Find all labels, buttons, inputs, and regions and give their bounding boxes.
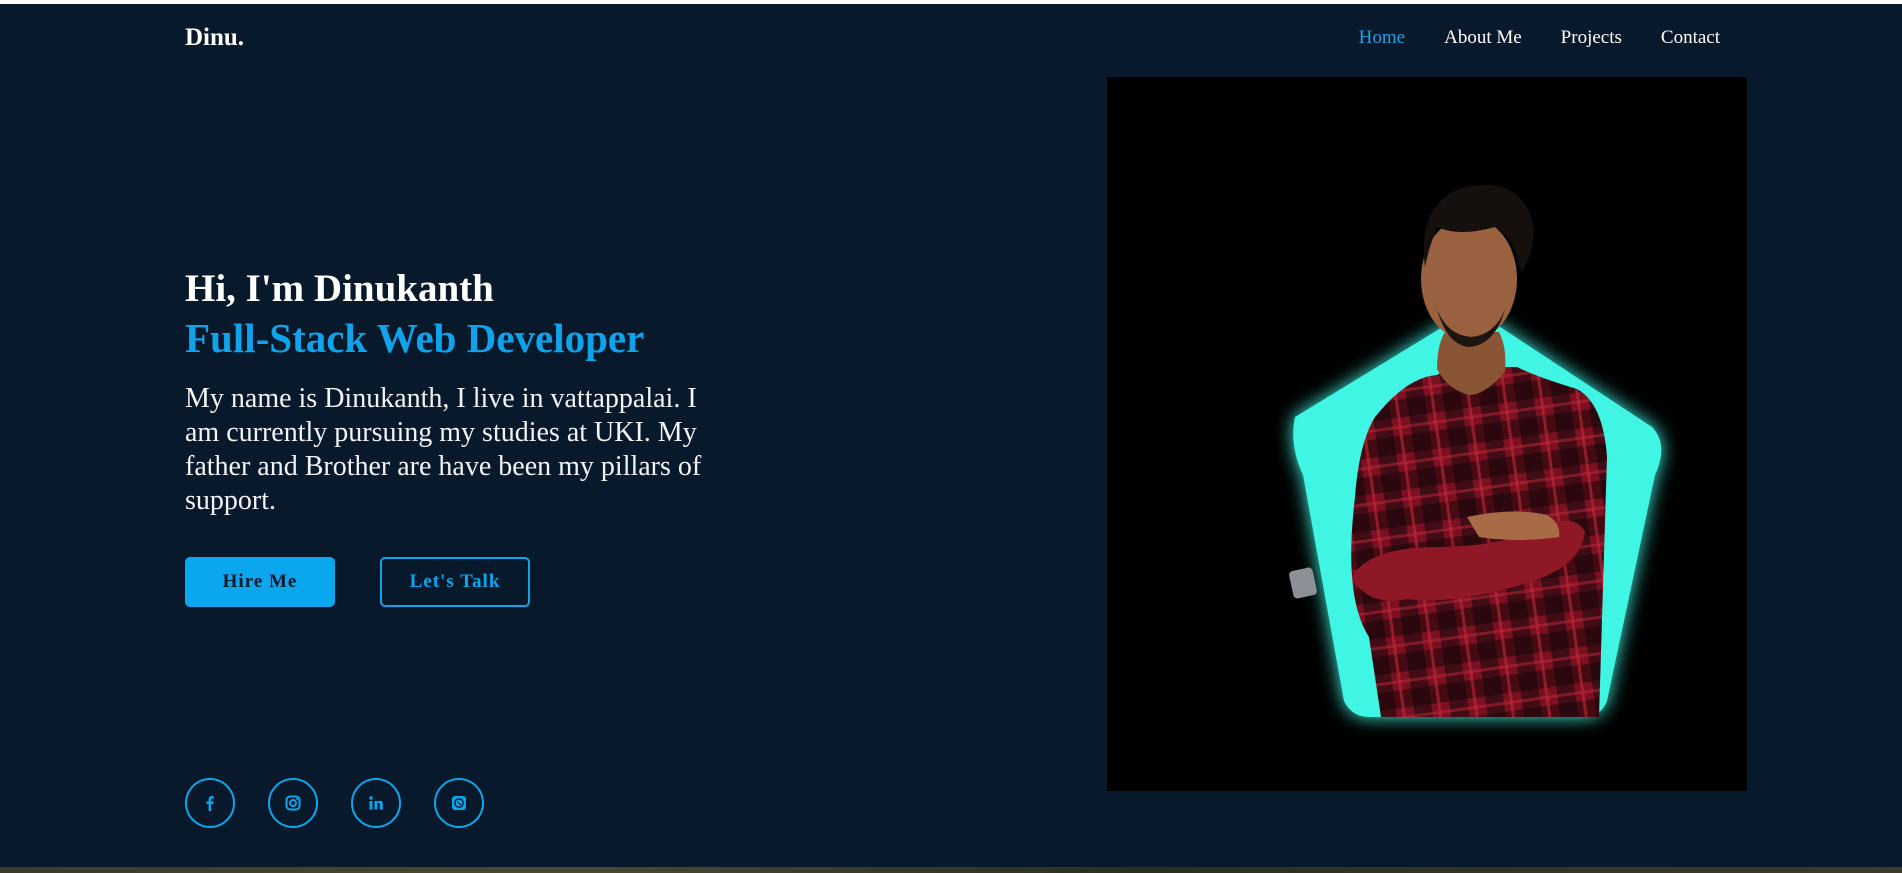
hero-text: Hi, I'm Dinukanth Full-Stack Web Develop… — [185, 266, 725, 518]
hero-bio: My name is Dinukanth, I live in vattappa… — [185, 383, 702, 516]
lets-talk-button[interactable]: Let's Talk — [380, 557, 530, 607]
instagram-link[interactable] — [268, 778, 318, 828]
linkedin-icon — [369, 796, 383, 810]
profile-illustration — [1107, 77, 1747, 791]
browser-top-strip — [0, 0, 1902, 4]
nav-item-projects[interactable]: Projects — [1561, 27, 1622, 49]
main-nav: Home About Me Projects Contact — [1359, 27, 1720, 49]
nav-item-about-me[interactable]: About Me — [1444, 27, 1522, 49]
nav-item-home[interactable]: Home — [1359, 27, 1405, 49]
hero-role: Full-Stack Web Developer — [185, 315, 645, 361]
hero-greeting: Hi, I'm Dinukanth — [185, 267, 494, 310]
linkedin-link[interactable] — [351, 778, 401, 828]
hero-buttons: Hire Me Let's Talk — [185, 557, 530, 607]
facebook-icon — [206, 796, 214, 811]
instagram-icon — [285, 795, 301, 811]
nav-item-contact[interactable]: Contact — [1661, 27, 1720, 49]
social-links — [185, 778, 484, 828]
facebook-link[interactable] — [185, 778, 235, 828]
whatsapp-icon — [452, 796, 466, 810]
whatsapp-link[interactable] — [434, 778, 484, 828]
page-bottom-strip — [0, 867, 1902, 873]
site-logo[interactable]: Dinu. — [185, 24, 244, 52]
hire-me-button[interactable]: Hire Me — [185, 557, 335, 607]
profile-photo — [1107, 77, 1747, 791]
